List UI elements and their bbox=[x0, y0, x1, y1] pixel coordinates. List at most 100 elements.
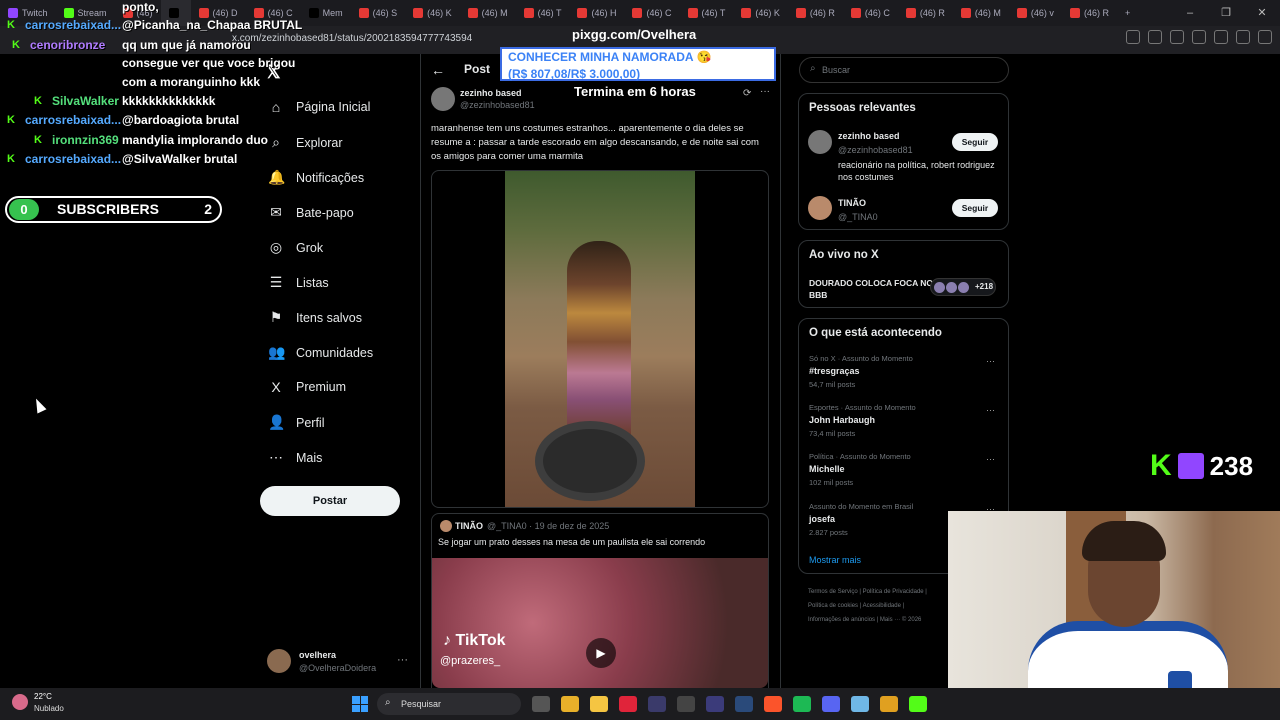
task-view-icon[interactable] bbox=[532, 696, 550, 712]
trend-count: 54,7 mil posts bbox=[809, 380, 856, 389]
footer-links[interactable]: Informações de anúncios | Mais ··· © 202… bbox=[808, 617, 921, 623]
more-icon[interactable]: ··· bbox=[397, 654, 408, 666]
extension-icon[interactable] bbox=[1192, 30, 1206, 44]
sidebar-item[interactable]: 🔔 Notificações bbox=[268, 169, 364, 186]
footer-links[interactable]: Termos de Serviço | Política de Privacid… bbox=[808, 589, 927, 595]
footer-links[interactable]: Política de cookies | Acessibilidade | bbox=[808, 603, 904, 609]
tab-favicon-icon bbox=[358, 8, 369, 18]
person-name[interactable]: TINÃO bbox=[838, 198, 866, 208]
sidebar-item[interactable]: ✉ Bate-papo bbox=[268, 204, 354, 221]
taskbar-apps bbox=[532, 696, 927, 712]
play-icon[interactable]: ▶ bbox=[586, 638, 616, 668]
browser-tab[interactable]: (46) H bbox=[569, 0, 624, 26]
discord-icon[interactable] bbox=[822, 696, 840, 712]
browser-tab[interactable]: (46) K bbox=[733, 0, 788, 26]
account-switcher[interactable]: ovelhera @OvelheraDoidera ··· bbox=[267, 648, 412, 676]
app-icon[interactable] bbox=[677, 696, 695, 712]
opera-icon[interactable] bbox=[619, 696, 637, 712]
quote-video[interactable] bbox=[432, 558, 768, 688]
app-icon[interactable] bbox=[648, 696, 666, 712]
menu-icon[interactable] bbox=[1258, 30, 1272, 44]
tab-favicon-icon bbox=[413, 8, 424, 18]
avatar[interactable] bbox=[808, 130, 832, 154]
live-count: +218 bbox=[975, 282, 994, 291]
nav-icon: 👥 bbox=[268, 344, 286, 360]
browser-tab[interactable]: (46) S bbox=[351, 0, 406, 26]
tab-label: (46) v bbox=[1030, 8, 1054, 18]
post-image[interactable] bbox=[431, 170, 769, 508]
post-button[interactable]: Postar bbox=[260, 486, 400, 516]
card-title: Ao vivo no X bbox=[809, 249, 879, 261]
nav-icon: ✉ bbox=[270, 204, 282, 220]
back-arrow-icon[interactable]: ← bbox=[431, 62, 445, 78]
participant-avatars bbox=[934, 282, 969, 293]
steam-icon[interactable] bbox=[735, 696, 753, 712]
show-more-link[interactable]: Mostrar mais bbox=[809, 555, 861, 565]
more-icon[interactable]: ··· bbox=[760, 86, 770, 97]
folder-icon[interactable] bbox=[590, 696, 608, 712]
sidebar-item[interactable]: ◎ Grok bbox=[268, 239, 323, 256]
chat-message: @Picanha_na_Chapaa BRUTAL bbox=[122, 18, 303, 32]
browser-tab[interactable]: (46) R bbox=[788, 0, 843, 26]
grok-icon[interactable]: ⟳ bbox=[743, 88, 751, 99]
extension-icon[interactable] bbox=[1236, 30, 1250, 44]
minimize-button[interactable]: – bbox=[1172, 0, 1208, 26]
sidebar-item-label: Bate-papo bbox=[296, 205, 354, 220]
kick-app-icon[interactable] bbox=[909, 696, 927, 712]
extension-icon[interactable] bbox=[1214, 30, 1228, 44]
new-tab-button[interactable]: + bbox=[1117, 0, 1138, 26]
browser-tab[interactable]: (46) C bbox=[843, 0, 898, 26]
browser-tab[interactable]: (46) v bbox=[1009, 0, 1062, 26]
chat-message: kkkkkkkkkkkkkk bbox=[122, 94, 216, 108]
more-icon[interactable]: ··· bbox=[986, 454, 995, 464]
app-icon[interactable] bbox=[880, 696, 898, 712]
browser-tab[interactable]: Mem bbox=[301, 0, 351, 26]
avatar[interactable] bbox=[431, 87, 455, 111]
chat-username: SilvaWalker bbox=[52, 94, 119, 108]
extension-icon[interactable] bbox=[1126, 30, 1140, 44]
follow-button[interactable]: Seguir bbox=[952, 199, 998, 217]
browser-tab[interactable]: (46) M bbox=[460, 0, 516, 26]
account-name: ovelhera bbox=[299, 650, 337, 660]
subs-right: 2 bbox=[204, 201, 212, 217]
extension-icon[interactable] bbox=[1170, 30, 1184, 44]
avatar[interactable] bbox=[808, 196, 832, 220]
browser-tab[interactable]: (46) T bbox=[680, 0, 734, 26]
sidebar-item[interactable]: 👤 Perfil bbox=[268, 414, 324, 431]
more-icon[interactable]: ··· bbox=[986, 405, 995, 415]
kick-badge-icon: K bbox=[7, 19, 15, 31]
more-icon[interactable]: ··· bbox=[986, 356, 995, 366]
chrome-icon[interactable] bbox=[561, 696, 579, 712]
browser-tab[interactable]: (46) K bbox=[405, 0, 460, 26]
person-name[interactable]: zezinho based bbox=[838, 131, 900, 141]
browser-tab[interactable]: (46) C bbox=[624, 0, 679, 26]
url-field[interactable]: x.com/zezinhobased81/status/200218359477… bbox=[232, 33, 472, 44]
extension-icon[interactable] bbox=[1148, 30, 1162, 44]
brave-icon[interactable] bbox=[764, 696, 782, 712]
browser-tab[interactable]: (46) T bbox=[516, 0, 570, 26]
follow-button[interactable]: Seguir bbox=[952, 133, 998, 151]
author-name[interactable]: zezinho based bbox=[460, 88, 522, 98]
taskbar-search[interactable]: ⌕ Pesquisar bbox=[377, 693, 521, 715]
notepad-icon[interactable] bbox=[851, 696, 869, 712]
browser-tab[interactable]: (46) R bbox=[1062, 0, 1117, 26]
windows-start-icon[interactable] bbox=[352, 696, 368, 712]
live-participants[interactable]: +218 bbox=[930, 278, 996, 296]
search-input[interactable]: ⌕ Buscar bbox=[799, 57, 1009, 83]
tab-favicon-icon bbox=[1069, 8, 1080, 18]
sidebar-item[interactable]: ⋯ Mais bbox=[268, 449, 322, 466]
sidebar-item[interactable]: X Premium bbox=[268, 379, 346, 395]
live-item[interactable]: DOURADO COLOCA FOCA NO BBB bbox=[809, 277, 934, 301]
sidebar-item[interactable]: 👥 Comunidades bbox=[268, 344, 373, 361]
sidebar-item[interactable]: ☰ Listas bbox=[268, 274, 329, 291]
browser-tab[interactable]: (46) M bbox=[953, 0, 1009, 26]
maximize-button[interactable]: ❐ bbox=[1208, 0, 1244, 26]
sidebar-item[interactable]: ⌂ Página Inicial bbox=[268, 99, 371, 115]
close-window-button[interactable]: ✕ bbox=[1244, 0, 1280, 26]
chat-username: ironnzin369 bbox=[52, 133, 119, 147]
spotify-icon[interactable] bbox=[793, 696, 811, 712]
sidebar-item[interactable]: ⌕ Explorar bbox=[268, 134, 342, 151]
app-icon[interactable] bbox=[706, 696, 724, 712]
browser-tab[interactable]: (46) R bbox=[898, 0, 953, 26]
sidebar-item[interactable]: ⚑ Itens salvos bbox=[268, 309, 362, 326]
